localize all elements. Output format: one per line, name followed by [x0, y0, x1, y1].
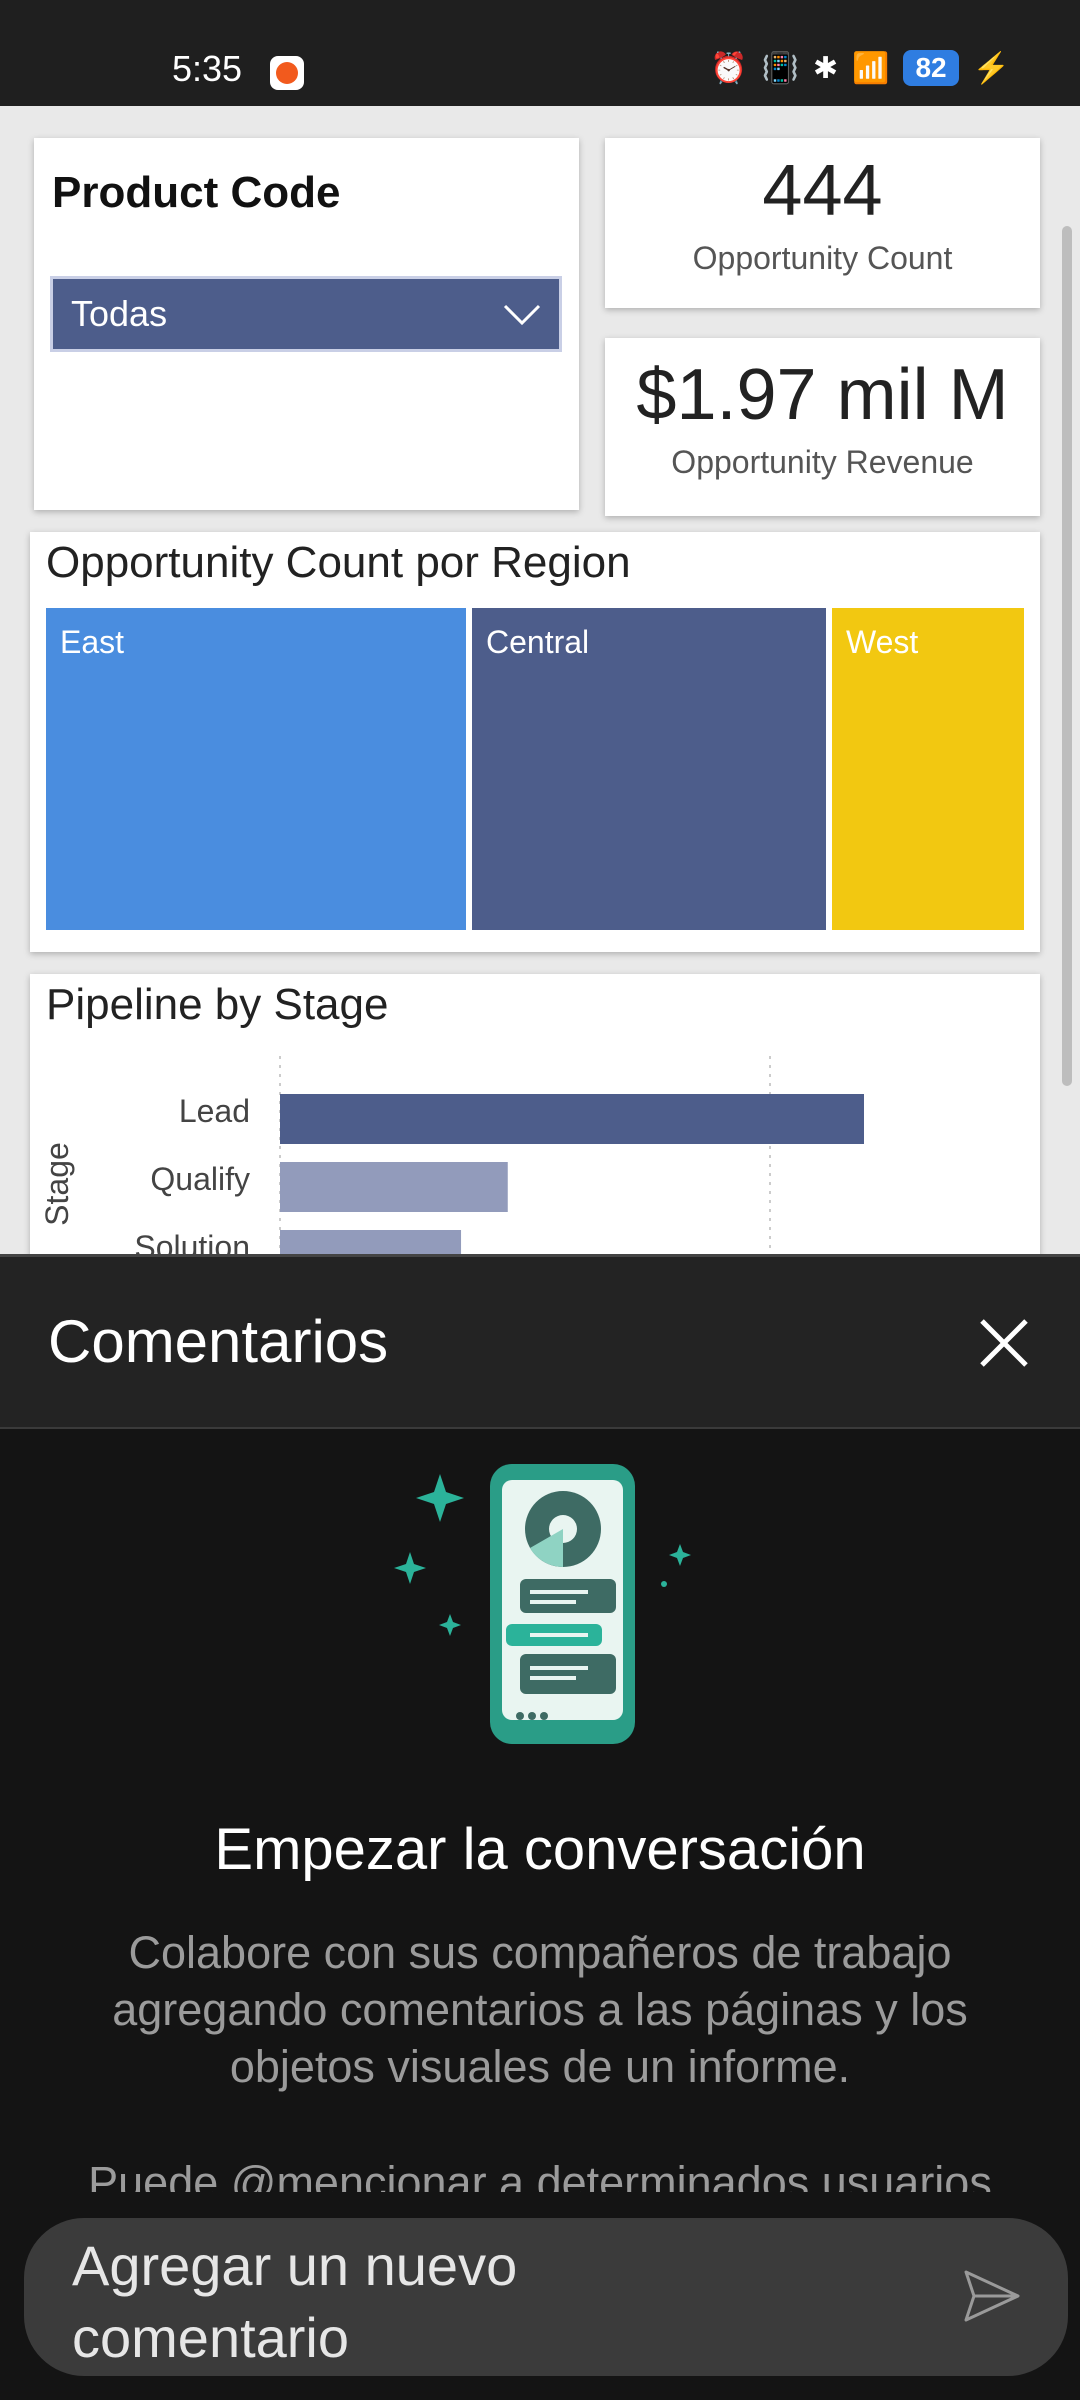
- pipeline-visual[interactable]: Pipeline by Stage Stage Lead Qualify Solut…: [30, 974, 1040, 1254]
- category-label: Qualify: [150, 1161, 250, 1197]
- conversation-illustration-icon: [394, 1464, 691, 1744]
- opportunity-revenue-value: $1.97 mil M: [636, 355, 1009, 435]
- wifi-icon: 📶: [852, 51, 890, 85]
- bar-qualify[interactable]: [280, 1162, 508, 1212]
- close-icon: [980, 1319, 1028, 1367]
- report-scrollbar[interactable]: [1062, 226, 1072, 1086]
- bluetooth-icon: ✱: [812, 51, 839, 85]
- send-icon[interactable]: [960, 2264, 1024, 2328]
- opportunity-count-label: Opportunity Count: [692, 240, 953, 276]
- status-time: 5:35: [172, 48, 243, 89]
- comment-input[interactable]: Agregar un nuevo comentario: [24, 2218, 1068, 2376]
- comments-header: Comentarios: [0, 1254, 1080, 1429]
- report-canvas[interactable]: Product Code Todas 444 Opportunity Count…: [0, 106, 1080, 1254]
- dropdown-value: Todas: [71, 293, 168, 334]
- vibrate-icon: 📳: [761, 51, 799, 85]
- treemap-tile-central[interactable]: Central: [472, 608, 826, 930]
- chevron-down-icon: [503, 293, 541, 335]
- bar-lead[interactable]: [280, 1094, 864, 1144]
- treemap-tile-west[interactable]: West: [832, 608, 1024, 930]
- status-bar: 5:35 ⏰ 📳 ✱ 📶 82 ⚡: [0, 0, 1080, 106]
- opportunity-count-card[interactable]: 444 Opportunity Count: [605, 138, 1040, 308]
- product-code-slicer[interactable]: Product Code Todas: [34, 138, 579, 510]
- tile-label: Central: [486, 624, 590, 660]
- pipeline-bar-chart[interactable]: Stage Lead Qualify Solution: [30, 1054, 1040, 1254]
- app-notification-icon: [270, 56, 304, 90]
- status-icons: ⏰ 📳 ✱ 📶 82 ⚡: [710, 50, 1010, 86]
- treemap-title: Opportunity Count por Region: [46, 538, 631, 587]
- comments-title: Comentarios: [48, 1308, 389, 1375]
- charging-icon: ⚡: [972, 51, 1010, 85]
- treemap-tile-east[interactable]: East: [46, 608, 466, 930]
- comments-panel: Comentarios Empezar la conversación Cola…: [0, 1254, 1080, 2400]
- comment-input-placeholder: Agregar un nuevo comentario: [72, 2234, 518, 2369]
- pipeline-title: Pipeline by Stage: [46, 980, 389, 1029]
- opportunity-count-value: 444: [762, 151, 883, 231]
- empty-state-heading: Empezar la conversación: [214, 1817, 866, 1882]
- opportunity-revenue-label: Opportunity Revenue: [671, 444, 974, 480]
- category-label: Lead: [179, 1093, 250, 1129]
- tile-label: West: [846, 624, 919, 660]
- empty-state-description: Colabore con sus compañeros de trabajo a…: [112, 1927, 968, 2092]
- battery-indicator: 82: [903, 50, 959, 86]
- empty-state-description-more: Puede @mencionar a determinados usuarios: [88, 2157, 992, 2192]
- category-label: Solution: [134, 1229, 250, 1254]
- treemap-area[interactable]: East Central West: [46, 608, 1024, 930]
- treemap-visual[interactable]: Opportunity Count por Region East Centra…: [30, 532, 1040, 952]
- y-axis-label: Stage: [39, 1142, 75, 1226]
- bar-solution[interactable]: [280, 1230, 462, 1254]
- slicer-title: Product Code: [52, 168, 341, 217]
- tile-label: East: [60, 624, 125, 660]
- close-button[interactable]: [968, 1307, 1040, 1379]
- opportunity-revenue-card[interactable]: $1.97 mil M Opportunity Revenue: [605, 338, 1040, 516]
- product-code-dropdown[interactable]: Todas: [50, 276, 562, 352]
- alarm-icon: ⏰: [710, 51, 748, 85]
